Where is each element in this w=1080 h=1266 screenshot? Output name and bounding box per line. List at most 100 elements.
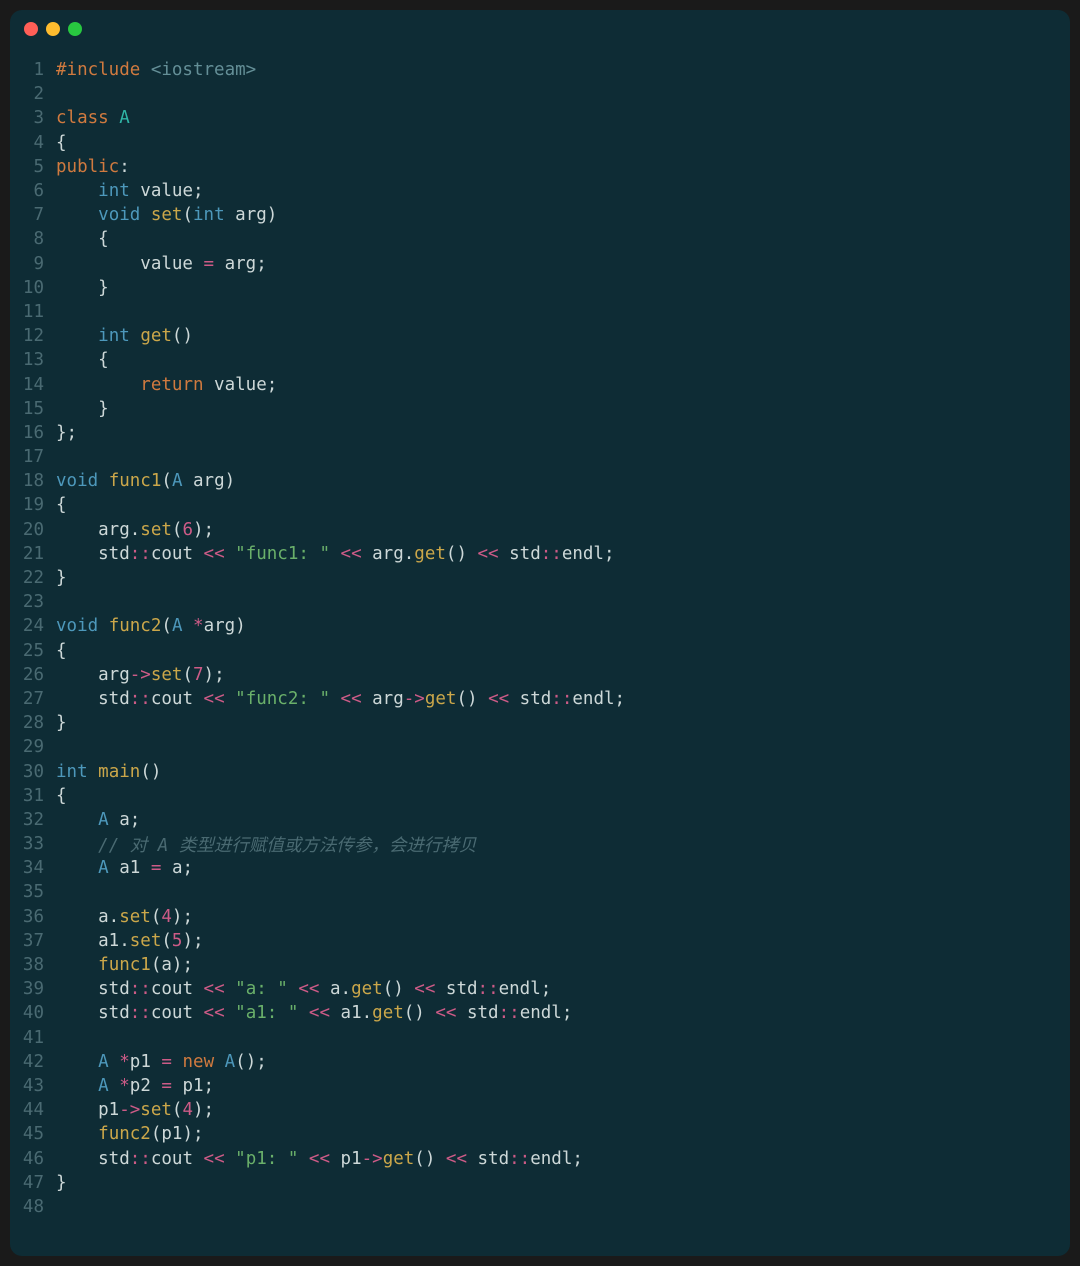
code-line[interactable]: 33 // 对 A 类型进行赋值或方法传参，会进行拷贝 <box>10 832 1070 856</box>
code-line[interactable]: 40 std::cout << "a1: " << a1.get() << st… <box>10 1001 1070 1025</box>
code-content[interactable]: void func1(A arg) <box>56 471 1070 491</box>
code-content[interactable]: std::cout << "func2: " << arg->get() << … <box>56 689 1070 709</box>
code-line[interactable]: 20 arg.set(6); <box>10 518 1070 542</box>
code-content[interactable]: #include <iostream> <box>56 60 1070 80</box>
code-line[interactable]: 32 A a; <box>10 808 1070 832</box>
code-line[interactable]: 8 { <box>10 227 1070 251</box>
code-content[interactable]: p1->set(4); <box>56 1100 1070 1120</box>
code-content[interactable]: }; <box>56 423 1070 443</box>
code-content[interactable]: std::cout << "a: " << a.get() << std::en… <box>56 979 1070 999</box>
code-line[interactable]: 15 } <box>10 397 1070 421</box>
code-content[interactable]: return value; <box>56 375 1070 395</box>
code-line[interactable]: 48 <box>10 1195 1070 1219</box>
code-content[interactable]: // 对 A 类型进行赋值或方法传参，会进行拷贝 <box>56 832 1070 857</box>
code-line[interactable]: 9 value = arg; <box>10 252 1070 276</box>
code-line[interactable]: 34 A a1 = a; <box>10 856 1070 880</box>
minimize-icon[interactable] <box>46 22 60 36</box>
line-number: 20 <box>10 520 56 540</box>
line-number: 41 <box>10 1028 56 1048</box>
code-line[interactable]: 38 func1(a); <box>10 953 1070 977</box>
code-content[interactable]: int get() <box>56 326 1070 346</box>
code-content[interactable]: std::cout << "a1: " << a1.get() << std::… <box>56 1003 1070 1023</box>
code-line[interactable]: 22} <box>10 566 1070 590</box>
code-line[interactable]: 35 <box>10 880 1070 904</box>
code-content[interactable]: } <box>56 713 1070 733</box>
code-line[interactable]: 2 <box>10 82 1070 106</box>
code-content[interactable]: { <box>56 641 1070 661</box>
code-content[interactable]: a.set(4); <box>56 907 1070 927</box>
code-content[interactable]: { <box>56 133 1070 153</box>
code-line[interactable]: 45 func2(p1); <box>10 1122 1070 1146</box>
code-content[interactable]: } <box>56 278 1070 298</box>
code-content[interactable]: { <box>56 495 1070 515</box>
code-line[interactable]: 29 <box>10 735 1070 759</box>
code-content[interactable]: arg.set(6); <box>56 520 1070 540</box>
code-line[interactable]: 37 a1.set(5); <box>10 929 1070 953</box>
code-content[interactable]: public: <box>56 157 1070 177</box>
code-content[interactable]: void func2(A *arg) <box>56 616 1070 636</box>
code-line[interactable]: 18void func1(A arg) <box>10 469 1070 493</box>
code-line[interactable]: 7 void set(int arg) <box>10 203 1070 227</box>
code-line[interactable]: 6 int value; <box>10 179 1070 203</box>
code-content[interactable]: std::cout << "func1: " << arg.get() << s… <box>56 544 1070 564</box>
code-line[interactable]: 11 <box>10 300 1070 324</box>
code-content[interactable]: A a; <box>56 810 1070 830</box>
line-number: 23 <box>10 592 56 612</box>
code-content[interactable]: arg->set(7); <box>56 665 1070 685</box>
code-content[interactable]: } <box>56 568 1070 588</box>
code-line[interactable]: 43 A *p2 = p1; <box>10 1074 1070 1098</box>
code-editor[interactable]: 1#include <iostream>23class A4{5public:6… <box>10 48 1070 1219</box>
code-content[interactable]: void set(int arg) <box>56 205 1070 225</box>
line-number: 33 <box>10 834 56 854</box>
code-content[interactable]: } <box>56 1173 1070 1193</box>
code-line[interactable]: 27 std::cout << "func2: " << arg->get() … <box>10 687 1070 711</box>
code-line[interactable]: 39 std::cout << "a: " << a.get() << std:… <box>10 977 1070 1001</box>
code-content[interactable]: A a1 = a; <box>56 858 1070 878</box>
code-line[interactable]: 25{ <box>10 639 1070 663</box>
code-line[interactable]: 41 <box>10 1026 1070 1050</box>
code-content[interactable]: value = arg; <box>56 254 1070 274</box>
code-line[interactable]: 10 } <box>10 276 1070 300</box>
code-content[interactable]: a1.set(5); <box>56 931 1070 951</box>
code-content[interactable]: func2(p1); <box>56 1124 1070 1144</box>
code-line[interactable]: 13 { <box>10 348 1070 372</box>
code-content[interactable]: int value; <box>56 181 1070 201</box>
code-content[interactable]: int main() <box>56 762 1070 782</box>
code-content[interactable]: func1(a); <box>56 955 1070 975</box>
code-line[interactable]: 16}; <box>10 421 1070 445</box>
code-line[interactable]: 5public: <box>10 155 1070 179</box>
code-line[interactable]: 24void func2(A *arg) <box>10 614 1070 638</box>
code-line[interactable]: 4{ <box>10 131 1070 155</box>
code-line[interactable]: 17 <box>10 445 1070 469</box>
code-line[interactable]: 28} <box>10 711 1070 735</box>
close-icon[interactable] <box>24 22 38 36</box>
code-line[interactable]: 14 return value; <box>10 372 1070 396</box>
code-line[interactable]: 47} <box>10 1171 1070 1195</box>
code-line[interactable]: 12 int get() <box>10 324 1070 348</box>
code-content[interactable]: A *p2 = p1; <box>56 1076 1070 1096</box>
line-number: 2 <box>10 84 56 104</box>
code-content[interactable]: { <box>56 786 1070 806</box>
code-line[interactable]: 1#include <iostream> <box>10 58 1070 82</box>
code-content[interactable]: } <box>56 399 1070 419</box>
code-line[interactable]: 36 a.set(4); <box>10 905 1070 929</box>
line-number: 34 <box>10 858 56 878</box>
code-line[interactable]: 44 p1->set(4); <box>10 1098 1070 1122</box>
code-line[interactable]: 30int main() <box>10 759 1070 783</box>
code-content[interactable]: { <box>56 350 1070 370</box>
zoom-icon[interactable] <box>68 22 82 36</box>
code-line[interactable]: 31{ <box>10 784 1070 808</box>
code-line[interactable]: 46 std::cout << "p1: " << p1->get() << s… <box>10 1146 1070 1170</box>
code-content[interactable]: A *p1 = new A(); <box>56 1052 1070 1072</box>
code-line[interactable]: 26 arg->set(7); <box>10 663 1070 687</box>
code-line[interactable]: 3class A <box>10 106 1070 130</box>
code-line[interactable]: 42 A *p1 = new A(); <box>10 1050 1070 1074</box>
code-content[interactable]: class A <box>56 108 1070 128</box>
code-line[interactable]: 21 std::cout << "func1: " << arg.get() <… <box>10 542 1070 566</box>
code-content[interactable]: { <box>56 229 1070 249</box>
code-line[interactable]: 23 <box>10 590 1070 614</box>
code-line[interactable]: 19{ <box>10 493 1070 517</box>
editor-window: 1#include <iostream>23class A4{5public:6… <box>10 10 1070 1256</box>
code-content[interactable]: std::cout << "p1: " << p1->get() << std:… <box>56 1149 1070 1169</box>
line-number: 8 <box>10 229 56 249</box>
